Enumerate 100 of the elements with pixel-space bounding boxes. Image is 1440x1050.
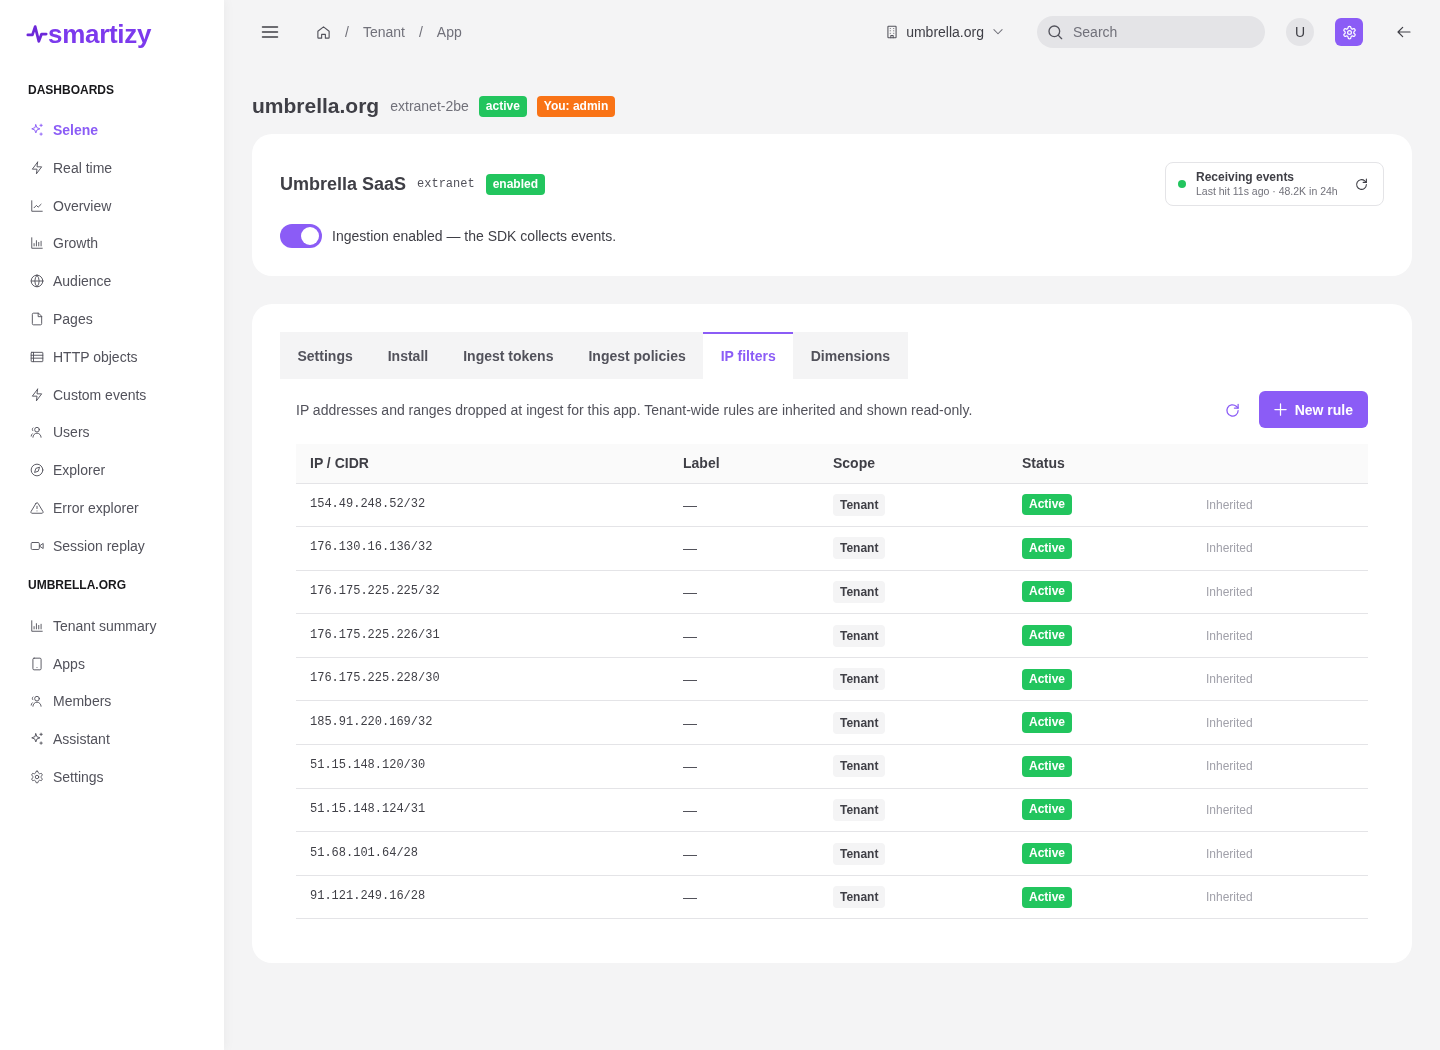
table-cell: — bbox=[669, 570, 819, 614]
sidebar-item[interactable]: Custom events bbox=[30, 383, 147, 406]
sidebar-item[interactable]: Growth bbox=[30, 232, 99, 255]
globe-icon bbox=[30, 274, 44, 289]
table-icon bbox=[30, 349, 44, 364]
table-cell: — bbox=[669, 613, 819, 658]
table-cell: Inherited bbox=[1192, 483, 1368, 527]
sidebar-item[interactable]: Session replay bbox=[30, 534, 145, 557]
avatar[interactable]: U bbox=[1286, 18, 1314, 46]
pulse-logo-icon bbox=[26, 23, 48, 45]
page-subtitle: extranet-2be bbox=[390, 98, 469, 114]
status-badge: Active bbox=[1022, 755, 1073, 777]
settings-icon bbox=[30, 769, 44, 784]
status-badge: Active bbox=[1022, 799, 1073, 821]
sidebar-item[interactable]: Real time bbox=[30, 156, 113, 179]
status-badge: Active bbox=[1022, 843, 1073, 865]
plus-icon bbox=[1272, 402, 1288, 417]
sparkle-icon bbox=[30, 123, 44, 137]
sparkle-icon bbox=[30, 732, 44, 747]
tab[interactable]: Ingest tokens bbox=[445, 332, 571, 379]
breadcrumb-link[interactable]: Tenant bbox=[362, 24, 405, 40]
users-icon bbox=[30, 694, 44, 709]
status-badge: Active bbox=[1022, 581, 1073, 603]
new-rule-button[interactable]: New rule bbox=[1258, 391, 1368, 428]
table-cell: 176.175.225.228/30 bbox=[296, 657, 669, 701]
scope-tag: Tenant bbox=[833, 886, 886, 909]
table-cell: Inherited bbox=[1192, 657, 1368, 701]
line-chart-icon bbox=[30, 198, 44, 213]
compass-icon bbox=[30, 463, 44, 478]
app-name: Umbrella SaaS bbox=[280, 173, 407, 195]
sidebar-item[interactable]: HTTP objects bbox=[30, 345, 138, 368]
table-cell: 185.91.220.169/32 bbox=[296, 700, 669, 745]
breadcrumb-separator: / bbox=[345, 24, 349, 40]
file-icon bbox=[30, 312, 44, 326]
description-text: IP addresses and ranges dropped at ingest for this app. Tenant-wide rules are inherited and shown read-only. bbox=[296, 401, 974, 418]
table-cell: — bbox=[669, 657, 819, 701]
column-header: Scope bbox=[819, 444, 1008, 483]
sidebar-item[interactable]: Assistant bbox=[30, 728, 110, 751]
table-cell: Inherited bbox=[1192, 744, 1368, 789]
settings-icon bbox=[1341, 24, 1357, 40]
bar-chart-icon bbox=[30, 618, 44, 633]
org-switcher[interactable]: umbrella.org bbox=[885, 24, 1005, 40]
table-cell: 51.15.148.120/30 bbox=[296, 744, 669, 789]
refresh-icon[interactable] bbox=[1355, 177, 1368, 191]
scope-tag: Tenant bbox=[833, 798, 886, 821]
toggle-switch[interactable] bbox=[280, 224, 322, 248]
scope-tag: Tenant bbox=[833, 668, 886, 691]
scope-tag: Tenant bbox=[833, 537, 886, 560]
nav-section-heading: DASHBOARDS bbox=[27, 82, 115, 98]
tab[interactable]: Install bbox=[370, 332, 446, 379]
tab[interactable]: Settings bbox=[280, 332, 371, 379]
lightning-icon bbox=[30, 387, 44, 402]
breadcrumb-separator: / bbox=[418, 24, 423, 40]
sidebar-item[interactable]: Users bbox=[30, 421, 90, 444]
header-badge: active bbox=[478, 95, 527, 117]
sidebar-item[interactable]: Tenant summary bbox=[30, 614, 157, 637]
sidebar-item[interactable]: Settings bbox=[30, 765, 104, 788]
header-badge: You: admin bbox=[536, 95, 616, 117]
toggle-label: Ingestion enabled — the SDK collects events. bbox=[332, 228, 617, 244]
nav-section-heading: UMBRELLA.ORG bbox=[27, 576, 127, 593]
status-badge: Active bbox=[1022, 712, 1073, 734]
page-title: umbrella.org bbox=[252, 94, 380, 118]
sidebar-item[interactable]: Audience bbox=[30, 270, 112, 293]
table-cell: Inherited bbox=[1192, 526, 1368, 571]
table-cell: — bbox=[669, 483, 819, 527]
status-badge: Active bbox=[1022, 537, 1073, 559]
search-field[interactable]: Search bbox=[1037, 16, 1265, 48]
sidebar-item[interactable]: Explorer bbox=[30, 459, 106, 482]
bar-chart-icon bbox=[30, 236, 44, 251]
column-header: Status bbox=[1008, 444, 1192, 483]
table-cell: 176.130.16.136/32 bbox=[296, 526, 669, 571]
settings-button[interactable] bbox=[1335, 18, 1363, 46]
tab[interactable]: Ingest policies bbox=[570, 332, 704, 379]
status-dot-icon bbox=[1178, 180, 1186, 188]
home-icon[interactable] bbox=[316, 24, 331, 40]
sidebar-item[interactable]: Pages bbox=[30, 308, 93, 330]
tab[interactable]: IP filters bbox=[703, 332, 794, 379]
table-cell: Inherited bbox=[1192, 831, 1368, 876]
sidebar-item[interactable]: Selene bbox=[30, 119, 99, 141]
table-cell: Inherited bbox=[1192, 788, 1368, 832]
refresh-icon[interactable] bbox=[1224, 403, 1240, 418]
table-cell: — bbox=[669, 831, 819, 876]
breadcrumb-link[interactable]: App bbox=[436, 24, 462, 40]
table-cell: — bbox=[669, 744, 819, 789]
smartphone-icon bbox=[30, 656, 44, 671]
sidebar-item[interactable]: Apps bbox=[30, 652, 85, 675]
status-title: Receiving events bbox=[1196, 170, 1296, 184]
table-cell: Inherited bbox=[1192, 613, 1368, 658]
tab[interactable]: Dimensions bbox=[793, 332, 908, 379]
table-cell: — bbox=[669, 700, 819, 745]
scope-tag: Tenant bbox=[833, 624, 886, 647]
scope-tag: Tenant bbox=[833, 842, 886, 865]
status-badge: Active bbox=[1022, 494, 1073, 516]
sidebar-item[interactable]: Error explorer bbox=[30, 496, 139, 519]
arrow-left-icon[interactable] bbox=[1396, 24, 1412, 40]
status-detail: Last hit 11s ago · 48.2K in 24h bbox=[1196, 184, 1339, 198]
building-icon bbox=[885, 25, 900, 39]
sidebar-item[interactable]: Members bbox=[30, 690, 112, 713]
table-cell: Inherited bbox=[1192, 700, 1368, 745]
sidebar-item[interactable]: Overview bbox=[30, 194, 112, 217]
